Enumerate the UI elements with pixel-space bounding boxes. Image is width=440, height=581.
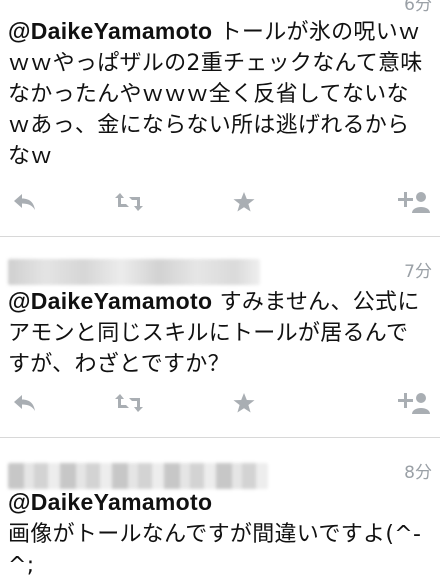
retweet-icon — [115, 193, 143, 211]
tweet-timeline: 6分 @DaikeYamamoto トールが氷の呪いｗｗｗやっぱザルの2重チェッ… — [0, 0, 440, 581]
retweet-button[interactable] — [114, 390, 144, 416]
reply-button[interactable] — [10, 390, 40, 416]
mention-link[interactable]: @DaikeYamamoto — [8, 18, 212, 44]
tweet-text: 画像がトールなんですが間違いですよ(^-^; — [8, 522, 422, 578]
blurred-username — [8, 463, 268, 489]
reply-icon — [14, 395, 35, 411]
follow-button[interactable] — [396, 390, 432, 416]
tweet-timestamp: 7分 — [404, 262, 432, 282]
star-icon — [233, 192, 255, 212]
tweet-actions — [0, 390, 440, 416]
reply-button[interactable] — [10, 189, 40, 215]
mention-link[interactable]: @DaikeYamamoto — [8, 489, 212, 515]
retweet-button[interactable] — [114, 189, 144, 215]
tweet-actions — [0, 189, 440, 215]
favorite-button[interactable] — [229, 189, 259, 215]
tweet-timestamp: 8分 — [404, 463, 432, 483]
tweet-body: @DaikeYamamoto トールが氷の呪いｗｗｗやっぱザルの2重チェックなん… — [8, 16, 430, 172]
follow-button[interactable] — [396, 189, 432, 215]
favorite-button[interactable] — [229, 390, 259, 416]
tweet-body: @DaikeYamamoto 画像がトールなんですが間違いですよ(^-^; — [8, 487, 430, 581]
tweet-body: @DaikeYamamoto すみません、公式にアモンと同じスキルにトールが居る… — [8, 286, 430, 380]
retweet-icon — [115, 394, 143, 412]
reply-icon — [14, 194, 35, 210]
tweet-item[interactable]: 7分 @DaikeYamamoto すみません、公式にアモンと同じスキルにトール… — [0, 237, 440, 438]
mention-link[interactable]: @DaikeYamamoto — [8, 288, 212, 314]
tweet-timestamp: 6分 — [404, 0, 432, 15]
add-user-icon — [398, 192, 430, 213]
tweet-item[interactable]: 6分 @DaikeYamamoto トールが氷の呪いｗｗｗやっぱザルの2重チェッ… — [0, 0, 440, 237]
add-user-icon — [398, 393, 430, 414]
star-icon — [233, 393, 255, 413]
blurred-username — [8, 259, 260, 285]
tweet-item[interactable]: 8分 @DaikeYamamoto 画像がトールなんですが間違いですよ(^-^; — [0, 438, 440, 581]
